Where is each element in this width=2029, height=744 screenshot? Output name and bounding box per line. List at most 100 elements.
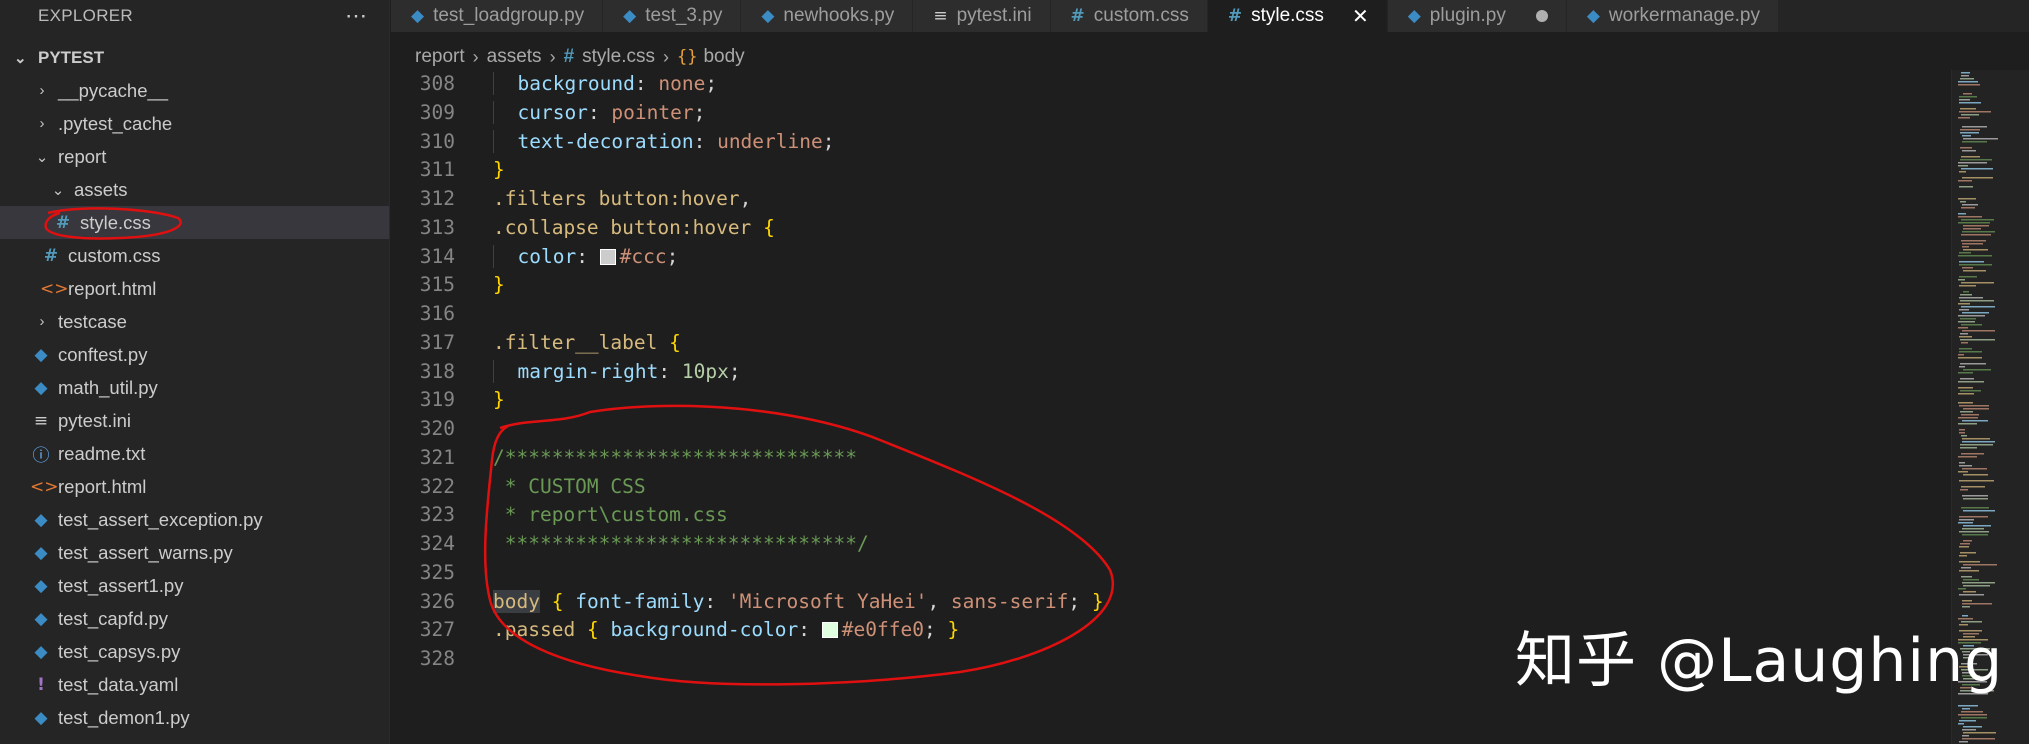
tree-item-label: testcase [58, 310, 127, 332]
code-line[interactable]: 308 background: none; [391, 70, 1951, 99]
code-token: { [669, 330, 681, 354]
line-number: 308 [419, 72, 455, 95]
breadcrumb-item-assets[interactable]: assets [487, 46, 542, 68]
code-line[interactable]: 313 .collapse button:hover { [391, 214, 1951, 243]
tab-style-css[interactable]: # style.css ✕ [1207, 0, 1388, 32]
code-line[interactable]: 316 [391, 300, 1951, 329]
tree-item-label: test_capfd.py [58, 607, 169, 629]
tree-item-label: custom.css [68, 244, 161, 266]
chevron-right-icon: › [549, 46, 556, 67]
code-text: color: #ccc; [493, 243, 678, 272]
code-line[interactable]: 321 /****************************** [391, 444, 1951, 473]
html-file-icon: <> [40, 278, 69, 299]
explorer-header: EXPLORER ⋯ [0, 0, 389, 32]
code-text: text-decoration: underline; [493, 128, 835, 157]
breadcrumb-item-symbol[interactable]: body [703, 46, 744, 68]
code-text: .filter__label { [493, 329, 681, 358]
code-line[interactable]: 309 cursor: pointer; [391, 99, 1951, 128]
folder-item[interactable]: › testcase [0, 305, 389, 338]
tree-item-label: __pycache__ [58, 79, 169, 101]
settings-file-icon: ≡ [933, 6, 948, 26]
code-token: 'Microsoft YaHei' [727, 589, 928, 613]
code-token: underline [717, 129, 823, 153]
tab-custom-css[interactable]: # custom.css [1050, 0, 1208, 32]
file-item[interactable]: # style.css [0, 206, 389, 239]
chevron-down-icon: ⌄ [14, 50, 27, 67]
line-number: 315 [419, 273, 455, 297]
code-token: font-family [575, 589, 705, 613]
tab-plugin-py[interactable]: ◆ plugin.py [1387, 0, 1567, 32]
file-item[interactable]: ◆ test_assert1.py [0, 569, 389, 602]
line-number: 309 [419, 100, 455, 124]
chevron-right-icon: › [472, 46, 479, 67]
breadcrumb-item-report[interactable]: report [415, 46, 465, 68]
color-swatch[interactable] [599, 248, 616, 265]
workspace-root[interactable]: ⌄ PYTEST [0, 42, 389, 74]
tab-newhooks-py[interactable]: ◆ newhooks.py [741, 0, 914, 32]
code-line[interactable]: 322 * CUSTOM CSS [391, 473, 1951, 502]
code-token: 10px [681, 359, 729, 383]
file-item[interactable]: ◆ test_capfd.py [0, 602, 389, 635]
code-token: background [517, 72, 635, 95]
unsaved-dot-icon[interactable] [1535, 10, 1548, 22]
tree-item-label: pytest.ini [58, 409, 132, 431]
file-item[interactable]: ≡ pytest.ini [0, 404, 389, 437]
folder-item[interactable]: › __pycache__ [0, 74, 389, 107]
file-item[interactable]: ◆ math_util.py [0, 371, 389, 404]
python-file-icon: ◆ [761, 6, 775, 26]
ellipsis-icon[interactable]: ⋯ [345, 5, 367, 27]
code-line[interactable]: 325 [391, 559, 1951, 588]
python-file-icon: ◆ [623, 6, 637, 26]
indent-guide [493, 129, 518, 153]
tab-workermanage-py[interactable]: ◆ workermanage.py [1566, 0, 1779, 32]
code-line[interactable]: 320 [391, 415, 1951, 444]
file-item[interactable]: ◆ test_capsys.py [0, 635, 389, 668]
code-line[interactable]: 315} [391, 271, 1951, 300]
tree-item-label: test_capsys.py [58, 640, 181, 662]
code-line[interactable]: 310 text-decoration: underline; [391, 128, 1951, 157]
tab-test-loadgroup-py[interactable]: ◆ test_loadgroup.py [391, 0, 604, 32]
code-text: * report\custom.css [493, 501, 728, 530]
folder-item[interactable]: ⌄ report [0, 140, 389, 173]
code-line[interactable]: 323 * report\custom.css [391, 501, 1951, 530]
code-text: ******************************/ [493, 530, 869, 559]
file-item[interactable]: <> report.html [0, 470, 389, 503]
file-item[interactable]: ! test_data.yaml [0, 668, 389, 701]
tree-item-label: assets [74, 178, 128, 200]
folder-item[interactable]: ⌄ assets [0, 173, 389, 206]
code-token: : [704, 589, 728, 613]
code-token: } [493, 388, 505, 412]
tree-item-label: test_demon1.py [58, 706, 190, 728]
code-token: : [658, 359, 682, 383]
chevron-right-icon: › [39, 313, 45, 330]
close-icon[interactable]: ✕ [1352, 4, 1369, 29]
tab-test-3-py[interactable]: ◆ test_3.py [603, 0, 742, 32]
code-token: : [576, 244, 600, 268]
file-item[interactable]: ⓘ readme.txt [0, 437, 389, 470]
file-item[interactable]: ◆ conftest.py [0, 338, 389, 371]
code-line[interactable]: 324 ******************************/ [391, 530, 1951, 559]
code-token: body [493, 589, 540, 613]
css-file-icon: # [1070, 6, 1085, 26]
code-line[interactable]: 317 .filter__label { [391, 329, 1951, 358]
code-line[interactable]: 312 .filters button:hover, [391, 185, 1951, 214]
tab-pytest-ini[interactable]: ≡ pytest.ini [913, 0, 1051, 32]
breadcrumb-item-file[interactable]: style.css [582, 46, 655, 68]
folder-item[interactable]: › .pytest_cache [0, 107, 389, 140]
file-item[interactable]: ◆ test_assert_exception.py [0, 503, 389, 536]
code-line[interactable]: 311} [391, 156, 1951, 185]
file-item[interactable]: <> report.html [0, 272, 389, 305]
tab-label: test_3.py [645, 5, 723, 26]
file-item[interactable]: ◆ test_assert_warns.py [0, 536, 389, 569]
file-item[interactable]: # custom.css [0, 239, 389, 272]
code-line[interactable]: 318 margin-right: 10px; [391, 358, 1951, 387]
tab-label: pytest.ini [956, 5, 1032, 26]
code-line[interactable]: 319} [391, 386, 1951, 415]
code-line[interactable]: 314 color: #ccc; [391, 243, 1951, 272]
color-swatch[interactable] [821, 622, 838, 639]
file-item[interactable]: ◆ test_demon1.py [0, 701, 389, 734]
css-file-icon: # [563, 46, 575, 67]
tree-item-label: test_assert_warns.py [58, 541, 233, 563]
